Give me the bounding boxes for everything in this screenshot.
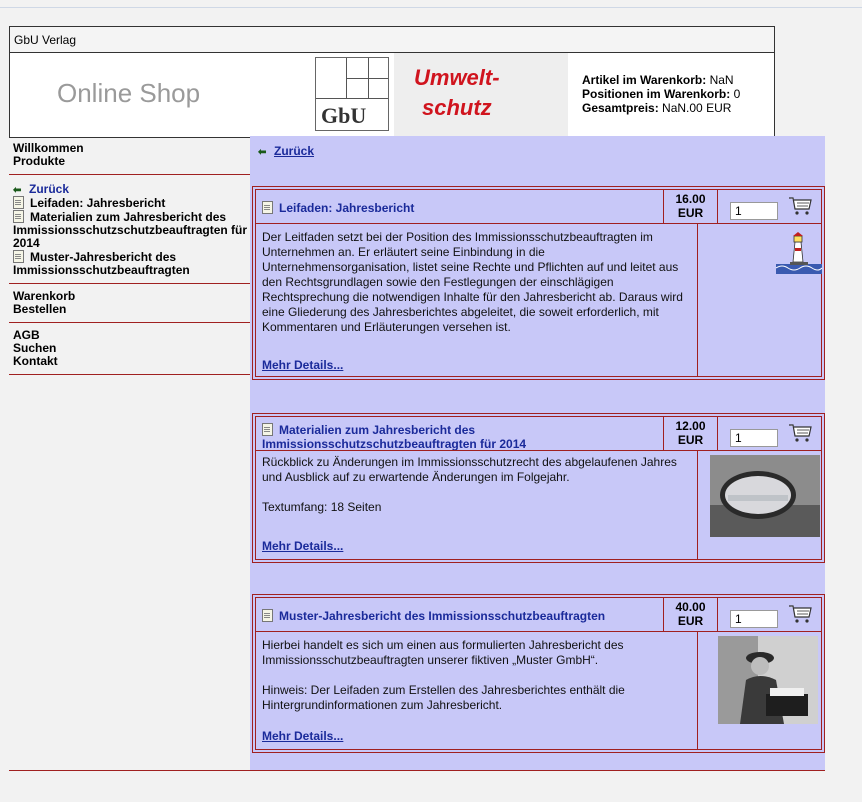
price-value: 12.00 (675, 419, 706, 433)
sidebar-product-1[interactable]: Leifaden: Jahresbericht (13, 196, 250, 210)
document-icon (262, 609, 273, 622)
price-currency: EUR (677, 433, 704, 447)
price-currency: EUR (677, 206, 704, 220)
product-title-text: Muster-Jahresbericht des Immissionsschut… (279, 609, 606, 623)
cart-summary: Artikel im Warenkorb: NaN Positionen im … (582, 73, 740, 115)
site-title: GbU Verlag (14, 33, 77, 47)
description-text: Hinweis: Der Leifaden zum Erstellen des … (262, 683, 625, 712)
sidebar-group-info: AGB Suchen Kontakt (9, 323, 250, 375)
document-icon (262, 201, 273, 214)
car-mirror-image (710, 455, 820, 537)
more-details-link[interactable]: Mehr Details... (262, 729, 343, 743)
product-price: 40.00 EUR (663, 598, 718, 631)
back-arrow-icon: ⬅ (13, 185, 22, 196)
price-value: 40.00 (675, 600, 706, 614)
sidebar-group-cart: Warenkorb Bestellen (9, 284, 250, 323)
sidebar-group-main: Willkommen Produkte (9, 136, 250, 175)
price-currency: EUR (677, 614, 704, 628)
document-icon (13, 210, 24, 223)
description-text: Rückblick zu Änderungen im Immissionssch… (262, 455, 677, 484)
product-card: Leifaden: Jahresbericht 16.00EUR Der Lei… (252, 186, 825, 380)
product-card-inner: Materialien zum Jahresbericht des Immiss… (255, 416, 822, 560)
sidebar-back-link[interactable]: ⬅ Zurück (13, 182, 250, 197)
sidebar: Willkommen Produkte ⬅ Zurück Leifaden: Ja… (9, 136, 250, 375)
product-title[interactable]: Materialien zum Jahresbericht des Immiss… (262, 423, 562, 451)
document-icon (262, 423, 273, 436)
product-title-text: Leifaden: Jahresbericht (279, 201, 415, 215)
product-price: 16.00 EUR (663, 190, 718, 223)
sidebar-group-products: ⬅ Zurück Leifaden: Jahresbericht Material… (9, 175, 250, 284)
document-icon (13, 250, 24, 263)
product-price: 12.00 EUR (663, 417, 718, 450)
cart-positions-label: Positionen im Warenkorb: (582, 87, 731, 101)
add-to-cart-icon[interactable] (788, 423, 812, 443)
divider (256, 631, 821, 632)
cart-items-value: NaN (709, 73, 734, 87)
cart-total-value: NaN.00 EUR (662, 101, 732, 115)
product-description: Hierbei handelt es sich um einen aus for… (262, 638, 694, 728)
quantity-input[interactable] (730, 429, 778, 447)
quantity-input[interactable] (730, 202, 778, 220)
slogan-line1: Umwelt- (414, 65, 500, 90)
product-description: Der Leitfaden setzt bei der Position des… (262, 230, 694, 350)
quantity-input[interactable] (730, 610, 778, 628)
slogan-line2: schutz (422, 95, 492, 120)
add-to-cart-icon[interactable] (788, 196, 812, 216)
logo-text: GbU (321, 103, 367, 128)
gbu-logo: GbU (315, 57, 389, 131)
description-text: Der Leitfaden setzt bei der Position des… (262, 230, 683, 334)
divider (697, 450, 698, 559)
slogan: Umwelt- schutz (408, 63, 534, 129)
more-details-link[interactable]: Mehr Details... (262, 358, 343, 372)
sidebar-item-bestellen[interactable]: Bestellen (13, 303, 250, 316)
product-title[interactable]: Muster-Jahresbericht des Immissionsschut… (262, 609, 642, 623)
sidebar-item-produkte[interactable]: Produkte (13, 155, 250, 168)
product-title[interactable]: Leifaden: Jahresbericht (262, 201, 642, 215)
divider (697, 631, 698, 749)
product-description: Rückblick zu Änderungen im Immissionssch… (262, 455, 694, 530)
back-arrow-icon: ⬅ (258, 147, 267, 158)
price-value: 16.00 (675, 192, 706, 206)
sidebar-product-3[interactable]: Muster-Jahresbericht des Immissionsschut… (13, 250, 250, 277)
top-border (0, 7, 862, 8)
add-to-cart-icon[interactable] (788, 604, 812, 624)
product-title-text: Materialien zum Jahresbericht des Immiss… (262, 423, 527, 451)
product-card-inner: Leifaden: Jahresbericht 16.00EUR Der Lei… (255, 189, 822, 377)
lighthouse-image (776, 232, 822, 274)
header-banner: Online Shop GbU Umwelt- schutz Artikel i… (9, 52, 775, 138)
cart-items-label: Artikel im Warenkorb: (582, 73, 707, 87)
product-card: Materialien zum Jahresbericht des Immiss… (252, 413, 825, 563)
divider (256, 223, 821, 224)
shop-name: Online Shop (57, 78, 201, 108)
sidebar-product-label: Muster-Jahresbericht des Immissionsschut… (13, 250, 190, 277)
title-bar: GbU Verlag (9, 26, 775, 53)
document-icon (13, 196, 24, 209)
sidebar-product-label: Materialien zum Jahresbericht des Immiss… (13, 210, 248, 250)
product-card-inner: Muster-Jahresbericht des Immissionsschut… (255, 597, 822, 750)
back-link[interactable]: ⬅ Zurück (258, 144, 314, 158)
footer-divider (9, 770, 825, 771)
more-details-link[interactable]: Mehr Details... (262, 539, 343, 553)
cart-positions-value: 0 (733, 87, 741, 101)
back-label: Zurück (274, 144, 315, 158)
main-content: ⬅ Zurück Leifaden: Jahresbericht 16.00 EUR… (250, 136, 825, 770)
description-text: Hierbei handelt es sich um einen aus for… (262, 638, 624, 667)
product-card: Muster-Jahresbericht des Immissionsschut… (252, 594, 825, 753)
description-text: Textumfang: 18 Seiten (262, 500, 382, 514)
sidebar-item-kontakt[interactable]: Kontakt (13, 355, 250, 368)
sidebar-back-label: Zurück (29, 182, 70, 196)
sidebar-product-2[interactable]: Materialien zum Jahresbericht des Immiss… (13, 210, 250, 250)
typewriter-photo-image (718, 636, 818, 724)
cart-total-label: Gesamtpreis: (582, 101, 659, 115)
divider (256, 450, 821, 451)
sidebar-product-label: Leifaden: Jahresbericht (30, 196, 166, 210)
divider (697, 223, 698, 376)
